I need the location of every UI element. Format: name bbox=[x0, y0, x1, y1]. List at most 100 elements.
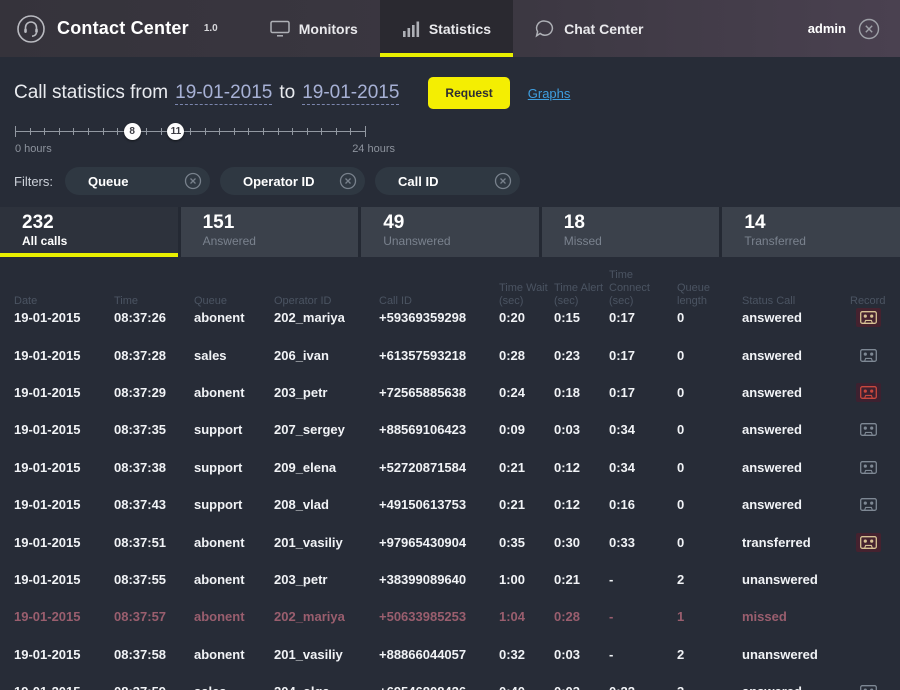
tab-label: Statistics bbox=[429, 21, 491, 37]
cell-record bbox=[850, 308, 886, 327]
table-row[interactable]: 19-01-201508:37:28sales206_ivan+61357593… bbox=[14, 336, 886, 373]
table-body: 19-01-201508:37:26abonent202_mariya+5936… bbox=[14, 299, 886, 690]
record-icon[interactable] bbox=[856, 308, 881, 327]
cell-time_alert: 0:03 bbox=[554, 422, 609, 437]
stat-card-missed[interactable]: 18 Missed bbox=[539, 207, 720, 257]
table-row[interactable]: 19-01-201508:37:29abonent203_petr+725658… bbox=[14, 374, 886, 411]
cell-record bbox=[850, 682, 886, 690]
stat-card-all-calls[interactable]: 232 All calls bbox=[0, 207, 178, 257]
hour-range-slider: 8 11 0 hours 24 hours bbox=[15, 123, 395, 155]
slider-tick bbox=[15, 126, 16, 137]
cell-time: 08:37:59 bbox=[114, 684, 194, 690]
table-row[interactable]: 19-01-201508:37:38support209_elena+52720… bbox=[14, 449, 886, 486]
cell-record bbox=[850, 533, 886, 552]
cell-queue_length: 0 bbox=[677, 460, 742, 475]
to-date-picker[interactable]: 19-01-2015 bbox=[302, 82, 399, 105]
slider-tick bbox=[336, 128, 337, 135]
tab-statistics[interactable]: Statistics bbox=[380, 0, 513, 57]
record-icon[interactable] bbox=[856, 420, 881, 439]
filter-queue[interactable]: Queue bbox=[65, 167, 210, 195]
headset-logo-icon bbox=[16, 14, 46, 44]
table-row[interactable]: 19-01-201508:37:58abonent201_vasiliy+888… bbox=[14, 636, 886, 673]
slider-tick bbox=[205, 128, 206, 135]
cell-date: 19-01-2015 bbox=[14, 647, 114, 662]
column-header: Queue bbox=[194, 295, 274, 308]
record-icon[interactable] bbox=[856, 495, 881, 514]
app-brand: Contact Center 1.0 bbox=[0, 0, 248, 57]
slider-tick bbox=[278, 128, 279, 135]
clear-filter-icon[interactable] bbox=[494, 172, 512, 190]
clear-filter-icon[interactable] bbox=[184, 172, 202, 190]
table-row[interactable]: 19-01-201508:37:35support207_sergey+8856… bbox=[14, 411, 886, 448]
cell-time_wait: 0:35 bbox=[499, 535, 554, 550]
app-version: 1.0 bbox=[204, 23, 218, 34]
cell-time_alert: 0:03 bbox=[554, 647, 609, 662]
cell-operator: 202_mariya bbox=[274, 609, 379, 624]
column-header: Date bbox=[14, 295, 114, 308]
graphs-link[interactable]: Graphs bbox=[528, 86, 571, 101]
table-row[interactable]: 19-01-201508:37:57abonent202_mariya+5063… bbox=[14, 598, 886, 635]
cell-call_id: +61357593218 bbox=[379, 348, 499, 363]
tab-chat-center[interactable]: Chat Center bbox=[513, 0, 665, 57]
record-icon[interactable] bbox=[856, 682, 881, 690]
stat-card-transferred[interactable]: 14 Transferred bbox=[719, 207, 900, 257]
slider-handle[interactable]: 11 bbox=[167, 123, 184, 140]
cell-queue: support bbox=[194, 497, 274, 512]
table-row[interactable]: 19-01-201508:37:55abonent203_petr+383990… bbox=[14, 561, 886, 598]
table-row[interactable]: 19-01-201508:37:59sales204_olga+69546808… bbox=[14, 673, 886, 690]
cell-time: 08:37:28 bbox=[114, 348, 194, 363]
cell-time_connect: 0:16 bbox=[609, 497, 677, 512]
cell-time_wait: 0:32 bbox=[499, 647, 554, 662]
stat-card-unanswered[interactable]: 49 Unanswered bbox=[358, 207, 539, 257]
slider-tick bbox=[73, 128, 74, 135]
cell-queue: abonent bbox=[194, 310, 274, 325]
stat-label: Unanswered bbox=[383, 234, 539, 248]
slider-ticks[interactable]: 8 11 bbox=[15, 123, 365, 141]
cell-time: 08:37:58 bbox=[114, 647, 194, 662]
cell-time: 08:37:57 bbox=[114, 609, 194, 624]
cell-call_id: +97965430904 bbox=[379, 535, 499, 550]
slider-tick bbox=[161, 128, 162, 135]
cell-date: 19-01-2015 bbox=[14, 535, 114, 550]
record-icon[interactable] bbox=[856, 383, 881, 402]
cell-call_id: +59369359298 bbox=[379, 310, 499, 325]
cell-record bbox=[850, 495, 886, 514]
slider-labels: 0 hours 24 hours bbox=[15, 143, 395, 155]
cell-time_connect: 0:17 bbox=[609, 385, 677, 400]
cell-status: missed bbox=[742, 609, 850, 624]
from-date-picker[interactable]: 19-01-2015 bbox=[175, 82, 272, 105]
cell-time_connect: 0:22 bbox=[609, 684, 677, 690]
cell-time_connect: 0:17 bbox=[609, 348, 677, 363]
cell-date: 19-01-2015 bbox=[14, 310, 114, 325]
record-icon[interactable] bbox=[856, 533, 881, 552]
table-row[interactable]: 19-01-201508:37:51abonent201_vasiliy+979… bbox=[14, 523, 886, 560]
cell-time_wait: 0:40 bbox=[499, 684, 554, 690]
filter-label: Queue bbox=[88, 174, 128, 189]
tab-monitors[interactable]: Monitors bbox=[248, 0, 380, 57]
column-header: Time Alert(sec) bbox=[554, 282, 609, 308]
filter-operator-id[interactable]: Operator ID bbox=[220, 167, 365, 195]
slider-tick bbox=[307, 128, 308, 135]
record-icon[interactable] bbox=[856, 458, 881, 477]
request-button[interactable]: Request bbox=[428, 77, 509, 109]
cell-record bbox=[850, 458, 886, 477]
cell-time_wait: 0:09 bbox=[499, 422, 554, 437]
tab-label: Monitors bbox=[299, 21, 358, 37]
record-icon[interactable] bbox=[856, 346, 881, 365]
cell-status: answered bbox=[742, 348, 850, 363]
top-nav: Contact Center 1.0 Monitors Statistics bbox=[0, 0, 900, 57]
stat-card-answered[interactable]: 151 Answered bbox=[178, 207, 359, 257]
table-row[interactable]: 19-01-201508:37:43support208_vlad+491506… bbox=[14, 486, 886, 523]
cell-operator: 209_elena bbox=[274, 460, 379, 475]
cell-operator: 207_sergey bbox=[274, 422, 379, 437]
slider-handle[interactable]: 8 bbox=[124, 123, 141, 140]
slider-tick bbox=[103, 128, 104, 135]
logout-x-icon[interactable] bbox=[858, 18, 880, 40]
cell-record bbox=[850, 420, 886, 439]
cell-status: answered bbox=[742, 684, 850, 690]
column-header: Time bbox=[114, 295, 194, 308]
filter-call-id[interactable]: Call ID bbox=[375, 167, 520, 195]
cell-queue_length: 2 bbox=[677, 647, 742, 662]
cell-call_id: +49150613753 bbox=[379, 497, 499, 512]
clear-filter-icon[interactable] bbox=[339, 172, 357, 190]
